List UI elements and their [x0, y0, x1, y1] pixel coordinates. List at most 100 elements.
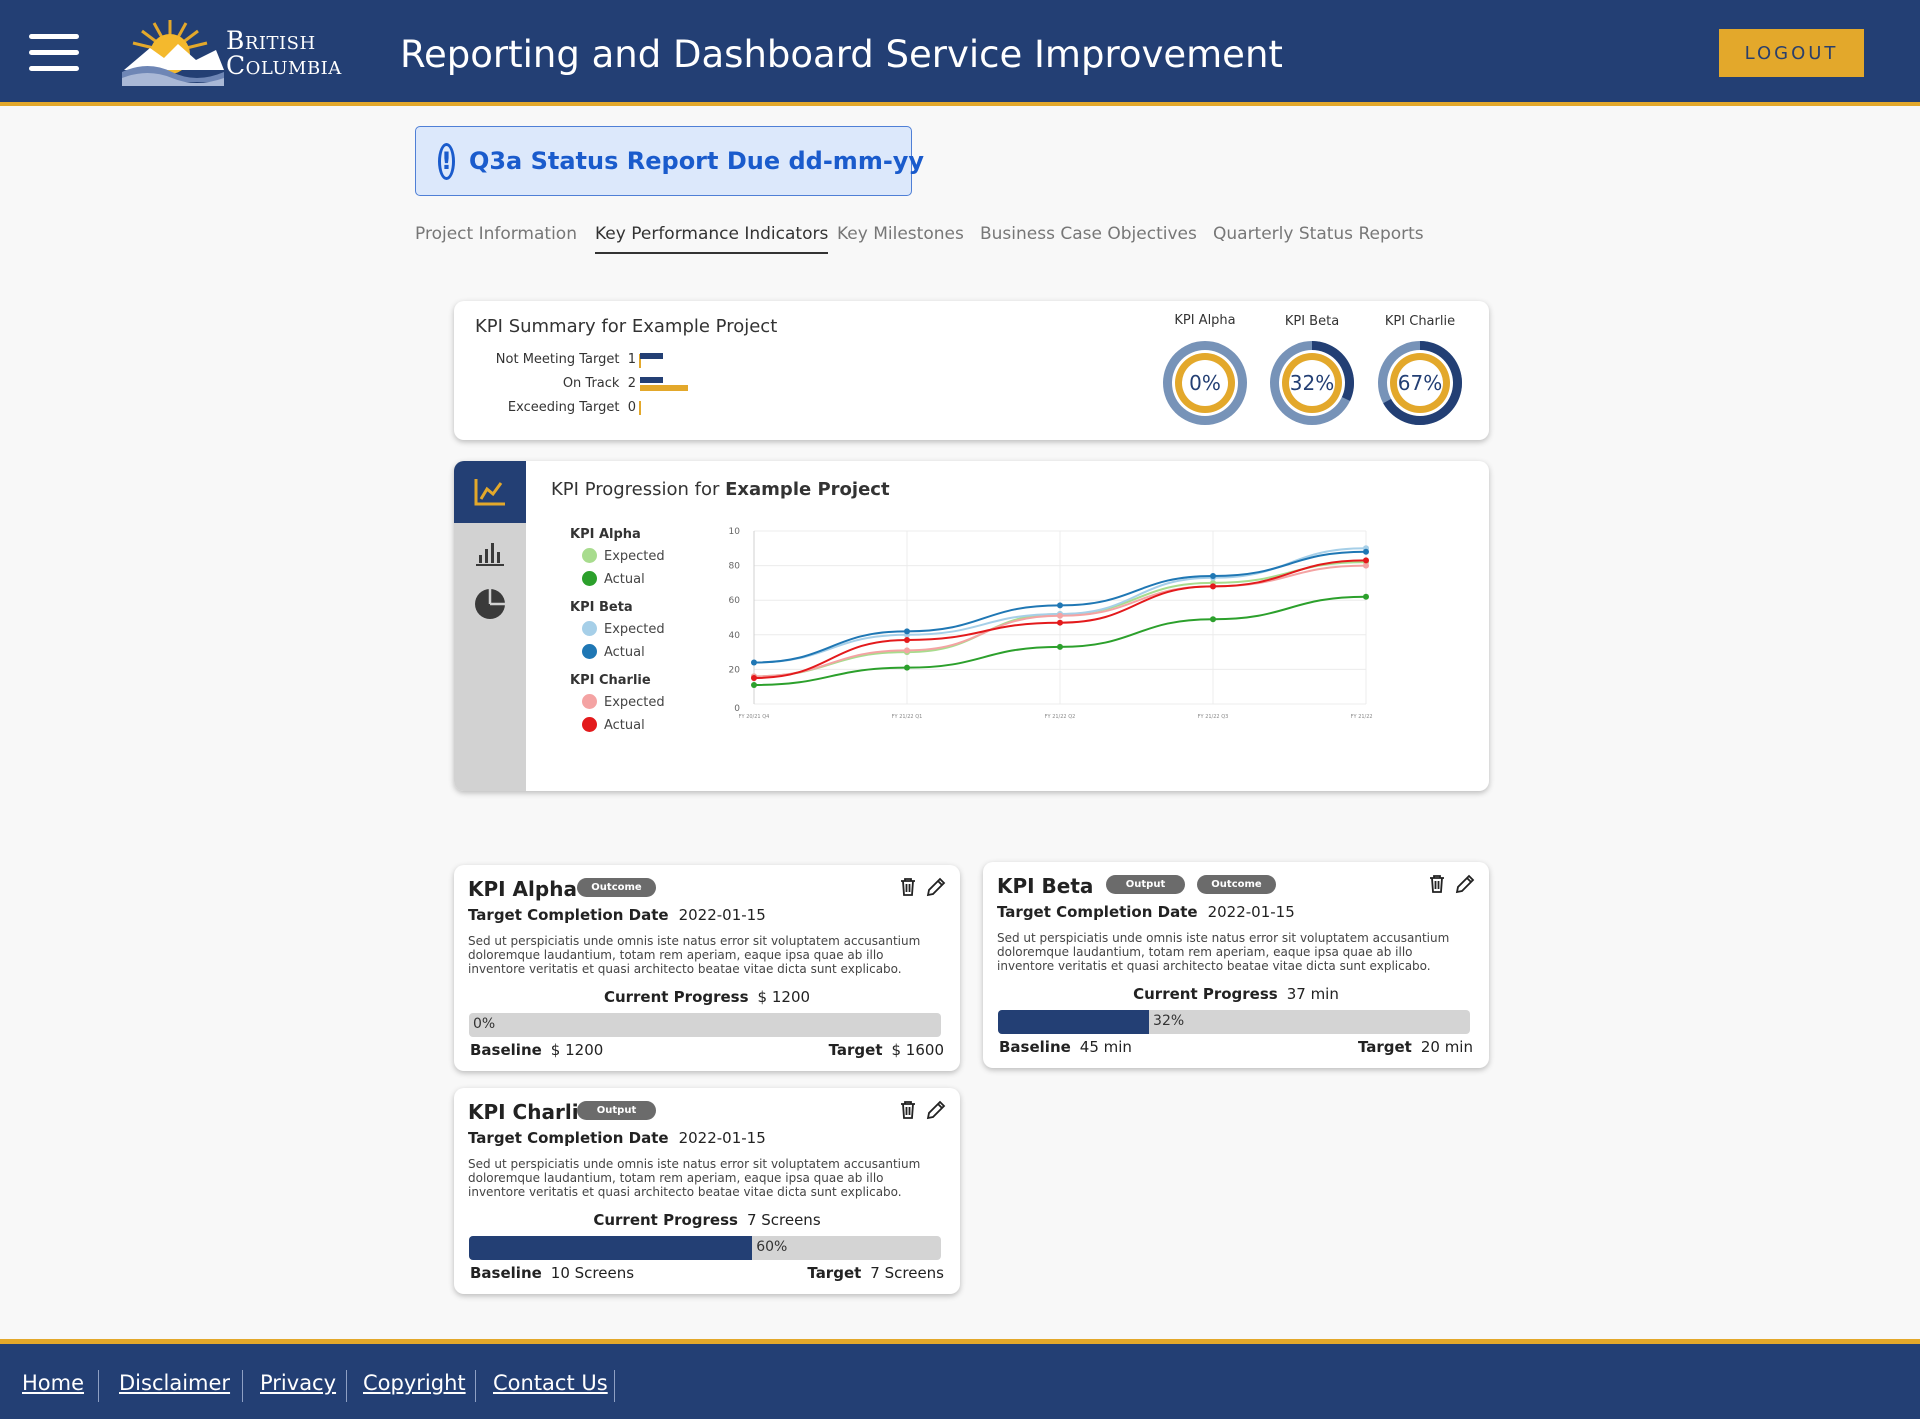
- footer-link-contact-us[interactable]: Contact Us: [493, 1371, 608, 1395]
- menu-icon[interactable]: [29, 34, 79, 72]
- x-tick-label: FY 21/22 Q1: [892, 714, 923, 720]
- kpi-donut-charts: 0% 32% 67%: [1163, 341, 1462, 425]
- y-tick-label: 0: [734, 704, 740, 714]
- footer-divider: [98, 1370, 99, 1402]
- chart-type-rail: [454, 461, 526, 791]
- legend-alpha-actual[interactable]: Actual: [582, 571, 645, 587]
- current-progress: Current Progress $ 1200: [603, 988, 811, 1006]
- target-completion-date: Target Completion Date 2022-01-15: [468, 906, 766, 924]
- kpi-progression-card: KPI Progression for Example Project KPI …: [454, 461, 1489, 791]
- kpi-description: Sed ut perspiciatis unde omnis iste natu…: [468, 1157, 921, 1199]
- edit-icon[interactable]: [1454, 873, 1476, 895]
- data-point-kpi-charlie-expected: [904, 647, 910, 654]
- footer-link-copyright[interactable]: Copyright: [363, 1371, 466, 1395]
- x-tick-label: FY 21/22 Q4: [1351, 714, 1374, 720]
- legend-dot: [582, 717, 597, 732]
- footer-link-privacy[interactable]: Privacy: [260, 1371, 336, 1395]
- baseline: Baseline 10 Screens: [470, 1264, 635, 1282]
- legend-group-charlie: KPI Charlie: [570, 673, 651, 688]
- progression-title: KPI Progression for Example Project: [551, 479, 890, 500]
- x-tick-label: FY 21/22 Q3: [1198, 714, 1229, 720]
- edit-icon[interactable]: [925, 1099, 947, 1121]
- data-point-kpi-beta-actual: [751, 659, 757, 666]
- edit-icon[interactable]: [925, 876, 947, 898]
- footer-link-disclaimer[interactable]: Disclaimer: [119, 1371, 230, 1395]
- footer-divider: [242, 1370, 243, 1402]
- bar-chart-icon: [476, 543, 504, 566]
- legend-dot: [582, 644, 597, 659]
- progress-bar: 60%: [469, 1236, 941, 1260]
- y-tick-label: 20: [729, 665, 741, 675]
- donut-value: 32%: [1290, 371, 1334, 395]
- kpi-description: Sed ut perspiciatis unde omnis iste natu…: [997, 931, 1450, 973]
- tab-quarterly-status-reports[interactable]: Quarterly Status Reports: [1213, 224, 1424, 252]
- data-point-kpi-alpha-actual: [1363, 593, 1369, 600]
- tab-project-information[interactable]: Project Information: [415, 224, 577, 252]
- data-point-kpi-beta-actual: [1057, 602, 1063, 609]
- target: Target $ 1600: [828, 1041, 944, 1059]
- data-point-kpi-beta-actual: [1363, 548, 1369, 555]
- progress-fill: [469, 1236, 753, 1260]
- legend-dot: [582, 621, 597, 636]
- y-tick-label: 10: [729, 527, 741, 537]
- data-point-kpi-charlie-actual: [1210, 583, 1216, 590]
- target-completion-date: Target Completion Date 2022-01-15: [468, 1129, 766, 1147]
- legend-alpha-expected[interactable]: Expected: [582, 548, 665, 564]
- delete-icon[interactable]: [1426, 873, 1448, 895]
- legend-beta-actual[interactable]: Actual: [582, 644, 645, 660]
- kpi-line-chart: 0 20 40 60 80 10 FY 20/21 Q4 FY 21/22 Q1 FY 21/2…: [729, 527, 1374, 720]
- tab-key-milestones[interactable]: Key Milestones: [837, 224, 964, 252]
- data-point-kpi-charlie-actual: [1057, 619, 1063, 626]
- kpi-name: KPI Charlie: [468, 1100, 593, 1124]
- exclamation-icon: !: [438, 142, 455, 180]
- data-point-kpi-alpha-actual: [751, 681, 757, 688]
- target-completion-date: Target Completion Date 2022-01-15: [997, 903, 1295, 921]
- line-chart-button[interactable]: [454, 461, 526, 523]
- target: Target 20 min: [1357, 1038, 1473, 1056]
- donut-value: 0%: [1189, 371, 1221, 395]
- tag-outcome: Outcome: [1197, 875, 1276, 894]
- legend-group-beta: KPI Beta: [570, 600, 633, 615]
- progress-text: 0%: [473, 1016, 496, 1032]
- current-progress: Current Progress 7 Screens: [593, 1211, 821, 1229]
- kpi-name: KPI Beta: [997, 874, 1094, 898]
- line-chart-icon: [474, 479, 505, 506]
- data-point-kpi-alpha-actual: [1210, 616, 1216, 623]
- donut-kpi-charlie: 67%: [1378, 341, 1462, 425]
- footer-divider: [614, 1370, 615, 1402]
- x-tick-label: FY 20/21 Q4: [739, 714, 770, 720]
- legend-charlie-actual[interactable]: Actual: [582, 717, 645, 733]
- legend-charlie-expected[interactable]: Expected: [582, 694, 665, 710]
- data-point-kpi-charlie-actual: [751, 675, 757, 682]
- sun-mountain-icon: [122, 20, 224, 86]
- legend-dot: [582, 571, 597, 586]
- logout-button[interactable]: LOGOUT: [1719, 29, 1864, 77]
- donut-kpi-alpha: 0%: [1163, 341, 1247, 425]
- progress-bar: 32%: [998, 1010, 1470, 1034]
- kpi-description: Sed ut perspiciatis unde omnis iste natu…: [468, 934, 921, 976]
- y-tick-label: 60: [729, 596, 741, 606]
- logo-line-1: British: [226, 26, 316, 55]
- x-tick-label: FY 21/22 Q2: [1045, 714, 1076, 720]
- bc-logo: British Columbia: [120, 18, 370, 88]
- data-point-kpi-charlie-expected: [1057, 612, 1063, 619]
- delete-icon[interactable]: [897, 1099, 919, 1121]
- current-progress: Current Progress 37 min: [1133, 985, 1339, 1003]
- pie-chart-button[interactable]: [454, 579, 526, 629]
- tab-business-case-objectives[interactable]: Business Case Objectives: [980, 224, 1197, 252]
- tab-key-performance-indicators[interactable]: Key Performance Indicators: [595, 224, 829, 254]
- bar-chart-button[interactable]: [454, 528, 526, 578]
- data-point-kpi-alpha-actual: [904, 664, 910, 671]
- legend-beta-expected[interactable]: Expected: [582, 621, 665, 637]
- progress-bar: 0%: [469, 1013, 941, 1037]
- data-point-kpi-charlie-actual: [904, 636, 910, 643]
- baseline: Baseline 45 min: [999, 1038, 1132, 1056]
- kpi-card-charlie: KPI Charlie Output Target Completion Dat…: [454, 1088, 960, 1294]
- donut-kpi-beta: 32%: [1270, 341, 1354, 425]
- logo-line-2: Columbia: [226, 51, 342, 80]
- delete-icon[interactable]: [897, 876, 919, 898]
- footer-link-home[interactable]: Home: [22, 1371, 84, 1395]
- y-tick-label: 80: [729, 562, 741, 572]
- baseline: Baseline $ 1200: [470, 1041, 604, 1059]
- data-point-kpi-beta-actual: [904, 628, 910, 635]
